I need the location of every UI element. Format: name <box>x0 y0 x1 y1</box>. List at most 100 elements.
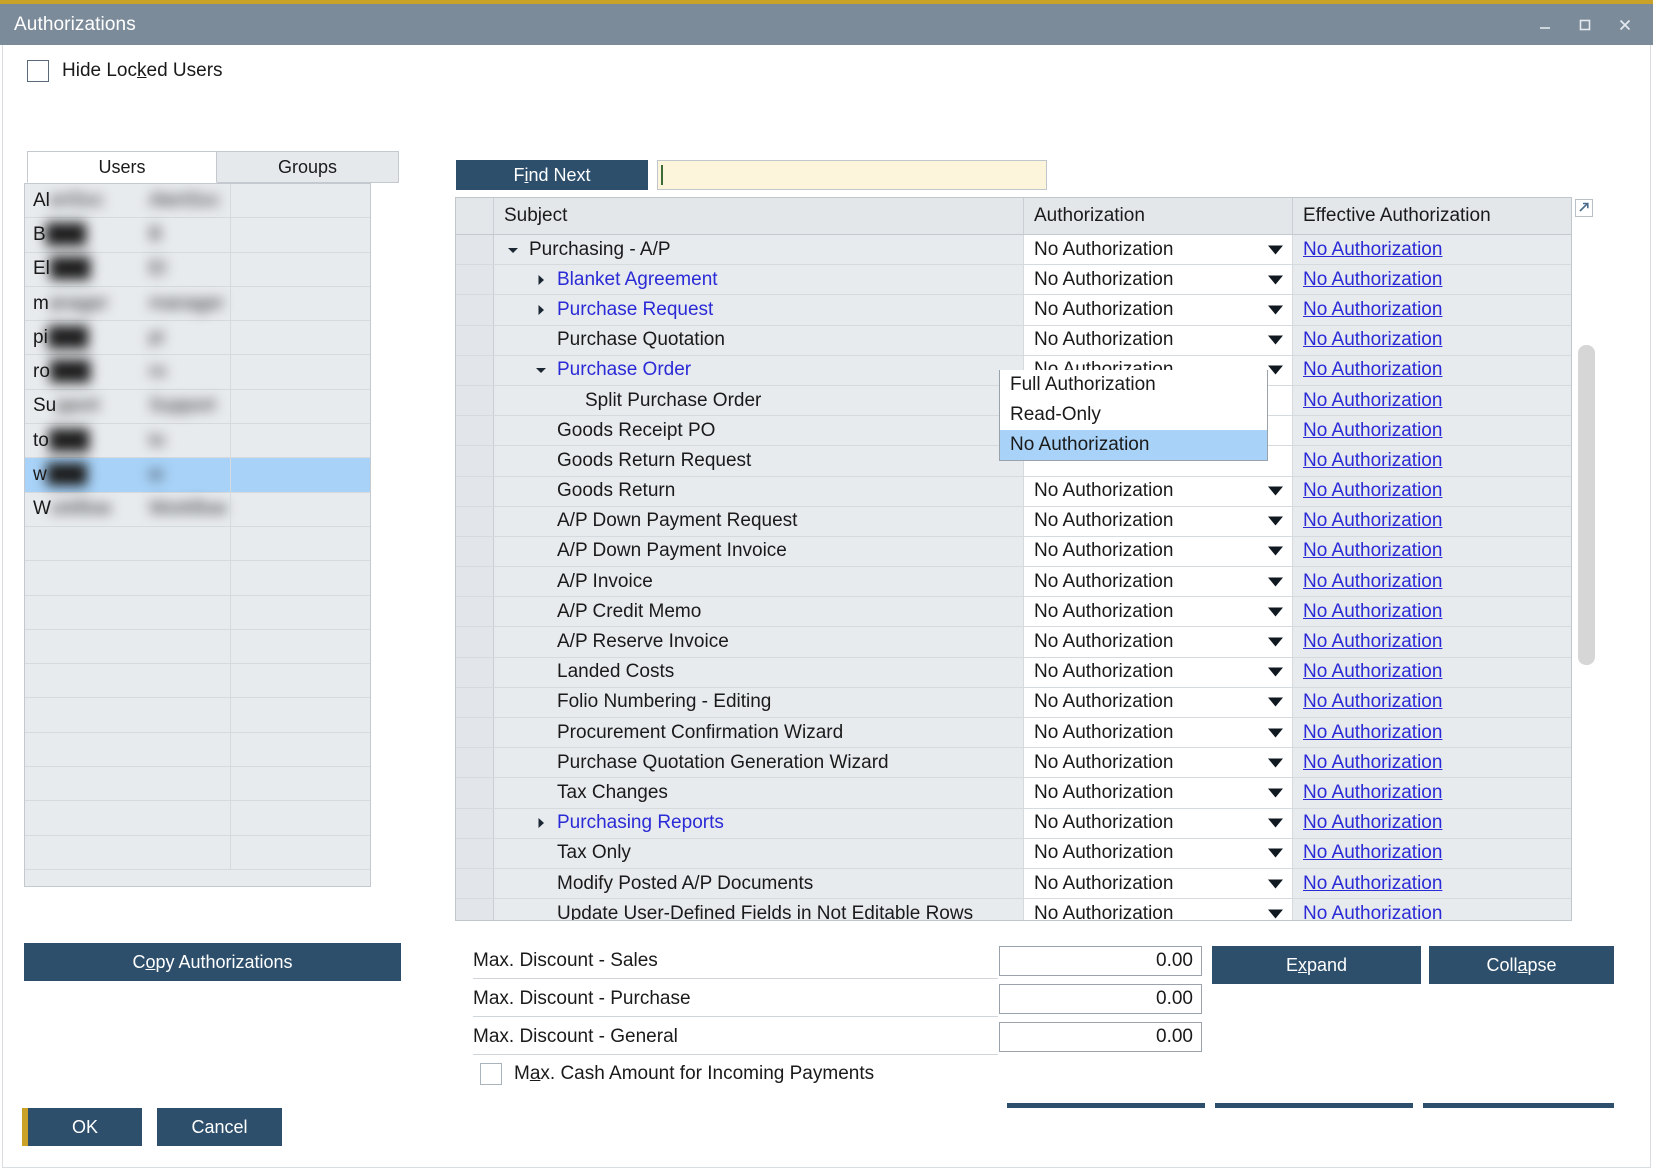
grid-cell-authorization[interactable]: No Authorization <box>1024 627 1293 656</box>
grid-cell-subject[interactable]: Purchase Order <box>494 356 1024 385</box>
maximize-icon[interactable] <box>1565 4 1605 45</box>
close-icon[interactable] <box>1605 4 1645 45</box>
grid-row-selector[interactable] <box>456 688 494 717</box>
grid-header-effective-authorization[interactable]: Effective Authorization <box>1293 198 1570 234</box>
grid-row[interactable]: Update User-Defined Fields in Not Editab… <box>456 899 1571 921</box>
grid-cell-authorization[interactable]: No Authorization <box>1024 295 1293 324</box>
user-list-item[interactable]: El███El <box>25 253 370 287</box>
expand-node-icon[interactable] <box>532 816 550 830</box>
grid-cell-effective-authorization[interactable]: No Authorization <box>1293 627 1570 656</box>
grid-row-selector[interactable] <box>456 778 494 807</box>
grid-scrollbar-thumb[interactable] <box>1578 345 1595 665</box>
grid-row[interactable]: Tax ChangesNo AuthorizationNo Authorizat… <box>456 778 1571 808</box>
tab-groups[interactable]: Groups <box>217 151 399 183</box>
grid-row-selector[interactable] <box>456 839 494 868</box>
user-list-empty-row[interactable] <box>25 767 370 801</box>
user-list-empty-row[interactable] <box>25 596 370 630</box>
chevron-down-icon[interactable] <box>1268 909 1283 918</box>
grid-cell-subject[interactable]: Blanket Agreement <box>494 265 1024 294</box>
grid-cell-subject[interactable]: Tax Changes <box>494 778 1024 807</box>
chevron-down-icon[interactable] <box>1268 607 1283 616</box>
find-next-button[interactable]: Find Next <box>456 160 648 190</box>
grid-row[interactable]: A/P Reserve InvoiceNo AuthorizationNo Au… <box>456 627 1571 657</box>
dropdown-option[interactable]: No Authorization <box>1000 430 1267 460</box>
grid-cell-effective-authorization[interactable]: No Authorization <box>1293 356 1570 385</box>
grid-cell-subject[interactable]: Landed Costs <box>494 658 1024 687</box>
grid-cell-subject[interactable]: Tax Only <box>494 839 1024 868</box>
grid-cell-authorization[interactable]: No Authorization <box>1024 869 1293 898</box>
user-list-item[interactable]: to███to <box>25 424 370 458</box>
grid-cell-authorization[interactable]: No Authorization <box>1024 537 1293 566</box>
grid-cell-subject[interactable]: A/P Credit Memo <box>494 597 1024 626</box>
effective-authorization-link[interactable]: No Authorization <box>1303 540 1442 562</box>
grid-row[interactable]: Blanket AgreementNo AuthorizationNo Auth… <box>456 265 1571 295</box>
user-list-empty-row[interactable] <box>25 527 370 561</box>
user-list-item[interactable]: AlertSvcAlertSvc <box>25 184 370 218</box>
grid-row[interactable]: Modify Posted A/P DocumentsNo Authorizat… <box>456 869 1571 899</box>
grid-cell-authorization[interactable]: No Authorization <box>1024 899 1293 921</box>
user-list-empty-row[interactable] <box>25 733 370 767</box>
grid-cell-effective-authorization[interactable]: No Authorization <box>1293 416 1570 445</box>
grid-row-selector[interactable] <box>456 356 494 385</box>
discount-input[interactable]: 0.00 <box>999 946 1202 976</box>
grid-row[interactable]: Purchase QuotationNo AuthorizationNo Aut… <box>456 326 1571 356</box>
grid-row[interactable]: Purchase Quotation Generation WizardNo A… <box>456 748 1571 778</box>
discount-input[interactable]: 0.00 <box>999 984 1202 1014</box>
grid-cell-effective-authorization[interactable]: No Authorization <box>1293 265 1570 294</box>
effective-authorization-link[interactable]: No Authorization <box>1303 329 1442 351</box>
grid-row-selector[interactable] <box>456 718 494 747</box>
grid-row[interactable]: Folio Numbering - EditingNo Authorizatio… <box>456 688 1571 718</box>
effective-authorization-link[interactable]: No Authorization <box>1303 842 1442 864</box>
user-list-item[interactable]: WorkflowWorkflow <box>25 493 370 527</box>
grid-cell-effective-authorization[interactable]: No Authorization <box>1293 839 1570 868</box>
grid-cell-subject[interactable]: Purchase Quotation <box>494 326 1024 355</box>
grid-cell-subject[interactable]: Goods Receipt PO <box>494 416 1024 445</box>
grid-cell-authorization[interactable]: No Authorization <box>1024 567 1293 596</box>
user-list-empty-row[interactable] <box>25 664 370 698</box>
dropdown-option[interactable]: Read-Only <box>1000 400 1267 430</box>
grid-row-selector[interactable] <box>456 809 494 838</box>
collapse-node-icon[interactable] <box>504 243 522 257</box>
grid-cell-authorization[interactable]: No Authorization <box>1024 688 1293 717</box>
effective-authorization-link[interactable]: No Authorization <box>1303 691 1442 713</box>
chevron-down-icon[interactable] <box>1268 698 1283 707</box>
grid-row-selector[interactable] <box>456 386 494 415</box>
grid-cell-authorization[interactable]: No Authorization <box>1024 235 1293 264</box>
chevron-down-icon[interactable] <box>1268 849 1283 858</box>
grid-cell-subject[interactable]: Purchasing - A/P <box>494 235 1024 264</box>
grid-row-selector[interactable] <box>456 899 494 921</box>
grid-cell-effective-authorization[interactable]: No Authorization <box>1293 869 1570 898</box>
grid-cell-effective-authorization[interactable]: No Authorization <box>1293 748 1570 777</box>
user-list-item[interactable]: pi███pi <box>25 321 370 355</box>
max-cash-row[interactable]: Max. Cash Amount for Incoming Payments <box>480 1063 874 1085</box>
grid-cell-effective-authorization[interactable]: No Authorization <box>1293 718 1570 747</box>
grid-row-selector[interactable] <box>456 326 494 355</box>
grid-header-authorization[interactable]: Authorization <box>1024 198 1293 234</box>
expand-node-icon[interactable] <box>532 273 550 287</box>
grid-cell-subject[interactable]: A/P Invoice <box>494 567 1024 596</box>
grid-row[interactable]: A/P InvoiceNo AuthorizationNo Authorizat… <box>456 567 1571 597</box>
grid-cell-authorization[interactable]: No Authorization <box>1024 839 1293 868</box>
grid-row-selector[interactable] <box>456 416 494 445</box>
grid-row[interactable]: Procurement Confirmation WizardNo Author… <box>456 718 1571 748</box>
grid-cell-subject[interactable]: A/P Down Payment Invoice <box>494 537 1024 566</box>
effective-authorization-link[interactable]: No Authorization <box>1303 782 1442 804</box>
effective-authorization-link[interactable]: No Authorization <box>1303 571 1442 593</box>
effective-authorization-link[interactable]: No Authorization <box>1303 752 1442 774</box>
grid-cell-effective-authorization[interactable]: No Authorization <box>1293 326 1570 355</box>
grid-subject-label[interactable]: Purchase Request <box>557 299 713 321</box>
grid-row-selector[interactable] <box>456 295 494 324</box>
chevron-down-icon[interactable] <box>1268 275 1283 284</box>
grid-row-selector[interactable] <box>456 658 494 687</box>
grid-cell-subject[interactable]: Purchasing Reports <box>494 809 1024 838</box>
chevron-down-icon[interactable] <box>1268 517 1283 526</box>
grid-row-selector[interactable] <box>456 627 494 656</box>
minimize-icon[interactable] <box>1525 4 1565 45</box>
tab-users[interactable]: Users <box>27 151 217 183</box>
grid-row-selector[interactable] <box>456 235 494 264</box>
hide-locked-users-row[interactable]: Hide Locked Users <box>27 60 223 82</box>
grid-cell-subject[interactable]: Goods Return Request <box>494 446 1024 475</box>
chevron-down-icon[interactable] <box>1268 487 1283 496</box>
user-list-item[interactable]: B███B <box>25 218 370 252</box>
chevron-down-icon[interactable] <box>1268 577 1283 586</box>
